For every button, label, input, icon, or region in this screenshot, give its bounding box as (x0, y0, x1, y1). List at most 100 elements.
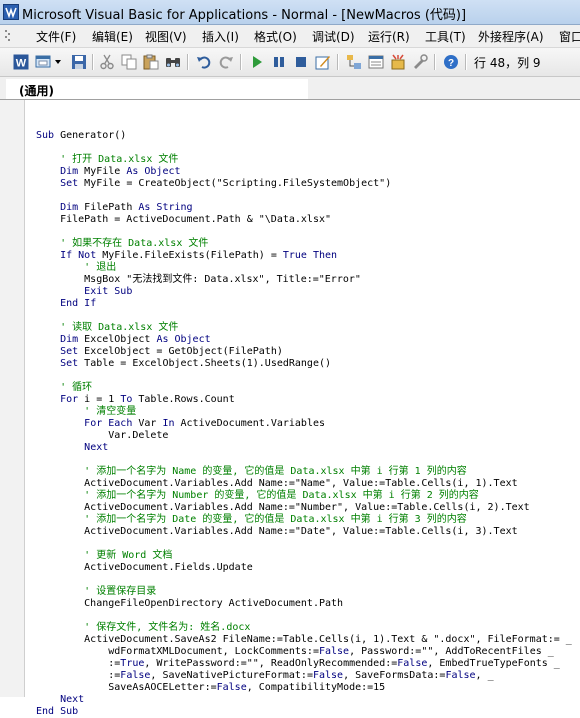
code-line[interactable]: :=False, SaveNativePictureFormat:=False,… (36, 670, 572, 682)
code-editor[interactable]: Sub Generator() ' 打开 Data.xlsx 文件 Dim My… (36, 130, 572, 718)
copy-icon[interactable] (120, 53, 138, 71)
help-icon[interactable]: ? (442, 53, 460, 71)
menu-grip-icon[interactable] (3, 28, 13, 44)
code-line[interactable]: ' 循环 (36, 382, 572, 394)
properties-icon[interactable] (367, 53, 385, 71)
code-line[interactable]: Next (36, 694, 572, 706)
code-line[interactable]: Exit Sub (36, 286, 572, 298)
code-line[interactable]: Next (36, 442, 572, 454)
menu-tools[interactable]: 工具(T) (425, 28, 466, 45)
code-line[interactable] (36, 538, 572, 550)
code-line[interactable]: Dim ExcelObject As Object (36, 334, 572, 346)
code-comment: ' 清空变量 (84, 406, 137, 417)
break-icon[interactable] (270, 53, 288, 71)
code-line[interactable] (36, 142, 572, 154)
code-text: , SaveFormsData:= (343, 670, 446, 681)
menu-window[interactable]: 窗口 (559, 28, 580, 45)
code-line[interactable]: ' 设置保存目录 (36, 586, 572, 598)
reset-icon[interactable] (292, 53, 310, 71)
project-explorer-icon[interactable] (345, 53, 363, 71)
code-line[interactable]: Var.Delete (36, 430, 572, 442)
code-line[interactable]: If Not MyFile.FileExists(FilePath) = Tru… (36, 250, 572, 262)
code-keyword: As String (138, 202, 193, 213)
code-line[interactable]: Sub Generator() (36, 130, 572, 142)
run-icon[interactable] (248, 53, 266, 71)
code-line[interactable]: :=True, WritePassword:="", ReadOnlyRecom… (36, 658, 572, 670)
code-line[interactable]: ActiveDocument.Variables.Add Name:="Date… (36, 526, 572, 538)
code-line[interactable]: Dim MyFile As Object (36, 166, 572, 178)
code-line[interactable]: Set MyFile = CreateObject("Scripting.Fil… (36, 178, 572, 190)
code-text: ActiveDocument.Fields.Update (36, 562, 253, 573)
insert-module-icon[interactable] (34, 53, 52, 71)
code-line[interactable]: For i = 1 To Table.Rows.Count (36, 394, 572, 406)
code-line[interactable]: ActiveDocument.Variables.Add Name:="Numb… (36, 502, 572, 514)
menu-edit[interactable]: 编辑(E) (92, 28, 133, 45)
code-line[interactable]: ' 清空变量 (36, 406, 572, 418)
code-line[interactable]: ' 添加一个名字为 Date 的变量, 它的值是 Data.xlsx 中第 i … (36, 514, 572, 526)
menu-insert[interactable]: 插入(I) (202, 28, 239, 45)
code-line[interactable]: For Each Var In ActiveDocument.Variables (36, 418, 572, 430)
find-icon[interactable] (164, 53, 182, 71)
code-line[interactable] (36, 454, 572, 466)
code-line[interactable] (36, 574, 572, 586)
insert-dropdown-icon[interactable] (53, 53, 63, 71)
code-line[interactable]: ' 打开 Data.xlsx 文件 (36, 154, 572, 166)
code-text: := (36, 670, 121, 681)
code-line[interactable] (36, 370, 572, 382)
code-line[interactable]: wdFormatXMLDocument, LockComments:=False… (36, 646, 572, 658)
code-line[interactable]: SaveAsAOCELetter:=False, CompatibilityMo… (36, 682, 572, 694)
code-keyword: Sub (36, 130, 55, 141)
code-line[interactable]: ChangeFileOpenDirectory ActiveDocument.P… (36, 598, 572, 610)
code-line[interactable]: ActiveDocument.Variables.Add Name:="Name… (36, 478, 572, 490)
code-line[interactable]: ActiveDocument.SaveAs2 FileName:=Table.C… (36, 634, 572, 646)
code-line[interactable]: FilePath = ActiveDocument.Path & "\Data.… (36, 214, 572, 226)
code-line[interactable]: ActiveDocument.Fields.Update (36, 562, 572, 574)
code-text: Var.Delete (36, 430, 169, 441)
code-line[interactable]: Set Table = ExcelObject.Sheets(1).UsedRa… (36, 358, 572, 370)
code-line[interactable] (36, 190, 572, 202)
code-line[interactable]: ' 添加一个名字为 Name 的变量, 它的值是 Data.xlsx 中第 i … (36, 466, 572, 478)
code-line[interactable]: ' 如果不存在 Data.xlsx 文件 (36, 238, 572, 250)
code-keyword: False (216, 682, 247, 693)
menu-addins[interactable]: 外接程序(A) (478, 28, 544, 45)
save-icon[interactable] (70, 53, 88, 71)
code-line[interactable]: Set ExcelObject = GetObject(FilePath) (36, 346, 572, 358)
object-combobox[interactable]: (通用) (6, 79, 308, 99)
toolbox-icon[interactable] (411, 53, 429, 71)
code-line[interactable]: End If (36, 298, 572, 310)
code-line[interactable]: ' 保存文件, 文件名为: 姓名.docx (36, 622, 572, 634)
code-line[interactable]: ' 更新 Word 文档 (36, 550, 572, 562)
code-line[interactable] (36, 610, 572, 622)
code-window[interactable]: Sub Generator() ' 打开 Data.xlsx 文件 Dim My… (0, 100, 580, 717)
code-keyword: Exit Sub (84, 286, 133, 297)
code-text: FilePath (78, 202, 139, 213)
code-keyword: Next (84, 442, 109, 453)
code-line[interactable] (36, 226, 572, 238)
design-mode-icon[interactable] (314, 53, 332, 71)
code-line[interactable]: ' 添加一个名字为 Number 的变量, 它的值是 Data.xlsx 中第 … (36, 490, 572, 502)
menu-debug[interactable]: 调试(D) (312, 28, 355, 45)
code-line[interactable]: ' 退出 (36, 262, 572, 274)
word-icon[interactable]: W (12, 53, 30, 71)
menu-format[interactable]: 格式(O) (254, 28, 297, 45)
cut-icon[interactable] (98, 53, 116, 71)
menu-run[interactable]: 运行(R) (368, 28, 410, 45)
code-line[interactable] (36, 310, 572, 322)
menu-view[interactable]: 视图(V) (145, 28, 187, 45)
redo-icon[interactable] (217, 53, 235, 71)
code-line[interactable]: MsgBox "无法找到文件: Data.xlsx", Title:="Erro… (36, 274, 572, 286)
paste-icon[interactable] (142, 53, 160, 71)
code-line[interactable]: Dim FilePath As String (36, 202, 572, 214)
menu-file[interactable]: 文件(F) (36, 28, 76, 45)
code-line[interactable]: End Sub (36, 706, 572, 718)
object-browser-icon[interactable] (389, 53, 407, 71)
code-keyword: True (120, 658, 145, 669)
code-line[interactable]: ' 读取 Data.xlsx 文件 (36, 322, 572, 334)
margin-indicator-bar[interactable] (0, 100, 25, 697)
undo-icon[interactable] (195, 53, 213, 71)
code-keyword: Dim (60, 202, 79, 213)
